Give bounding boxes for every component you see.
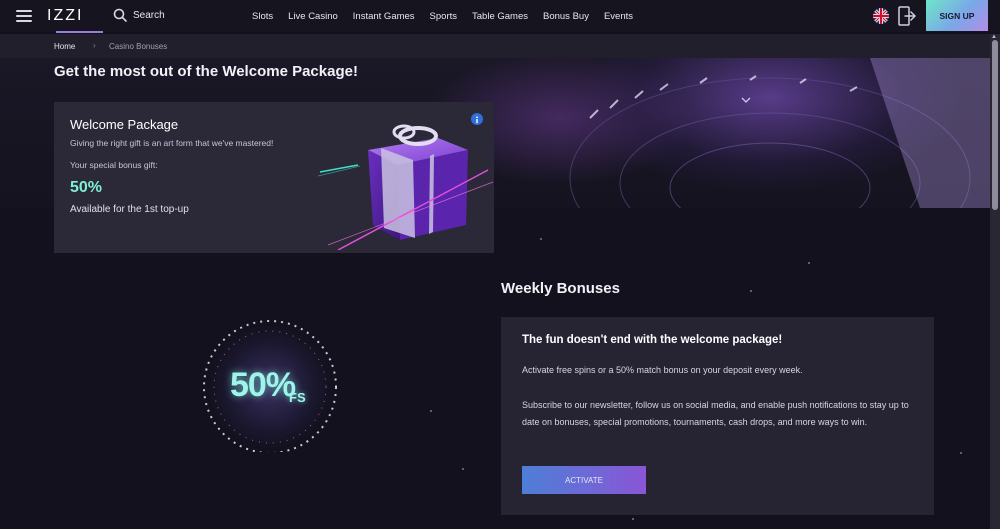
welcome-card-title: Welcome Package	[70, 117, 179, 132]
nav-table-games[interactable]: Table Games	[472, 11, 528, 22]
nav-events[interactable]: Events	[604, 11, 633, 22]
fs-badge-percent: 50%	[230, 366, 296, 404]
breadcrumb-home[interactable]: Home	[54, 42, 75, 51]
star-decoration	[430, 410, 432, 412]
nav-bonus-buy[interactable]: Bonus Buy	[543, 11, 589, 22]
gift-illustration	[318, 124, 494, 250]
signup-button[interactable]: SIGN UP	[926, 0, 988, 31]
weekly-card-heading: The fun doesn't end with the welcome pac…	[522, 334, 783, 346]
search-button[interactable]: Search	[113, 8, 165, 22]
welcome-card-subtitle: Your special bonus gift:	[70, 160, 158, 170]
uk-flag-icon[interactable]	[873, 8, 889, 24]
scrollbar-thumb[interactable]	[992, 40, 998, 210]
welcome-card-description: Giving the right gift is an art form tha…	[70, 138, 274, 148]
nav-sports[interactable]: Sports	[430, 11, 457, 22]
star-decoration	[960, 452, 962, 454]
search-icon	[113, 8, 127, 22]
star-decoration	[632, 518, 634, 520]
logo-underline	[56, 31, 103, 33]
star-decoration	[808, 262, 810, 264]
breadcrumb-separator: ›	[93, 41, 96, 50]
weekly-bonuses-title: Weekly Bonuses	[501, 280, 620, 297]
page-title: Get the most out of the Welcome Package!	[54, 63, 358, 80]
activate-button[interactable]: ACTIVATE	[522, 466, 646, 494]
breadcrumb: Home › Casino Bonuses	[0, 34, 990, 58]
welcome-bonus-percent: 50%	[70, 179, 103, 196]
nav-slots[interactable]: Slots	[252, 11, 273, 22]
welcome-availability: Available for the 1st top-up	[70, 204, 189, 215]
star-decoration	[462, 468, 464, 470]
breadcrumb-current: Casino Bonuses	[109, 42, 168, 51]
nav-live-casino[interactable]: Live Casino	[288, 11, 338, 22]
star-decoration	[750, 290, 752, 292]
nav-instant-games[interactable]: Instant Games	[353, 11, 415, 22]
weekly-bonuses-card: The fun doesn't end with the welcome pac…	[501, 317, 934, 515]
login-icon[interactable]	[898, 6, 916, 31]
weekly-card-paragraph-2: Subscribe to our newsletter, follow us o…	[522, 400, 909, 427]
info-icon[interactable]	[471, 113, 483, 125]
top-header: IZZI Search Slots Live Casino Instant Ga…	[0, 0, 1000, 33]
site-logo[interactable]: IZZI	[47, 7, 83, 25]
main-nav: Slots Live Casino Instant Games Sports T…	[252, 11, 648, 22]
hamburger-menu-icon[interactable]	[16, 10, 32, 22]
chevron-down-icon[interactable]	[741, 92, 751, 110]
weekly-card-paragraph-1: Activate free spins or a 50% match bonus…	[522, 365, 803, 375]
fs-badge-suffix: FS	[289, 390, 306, 405]
search-label: Search	[133, 9, 165, 21]
star-decoration	[540, 238, 542, 240]
